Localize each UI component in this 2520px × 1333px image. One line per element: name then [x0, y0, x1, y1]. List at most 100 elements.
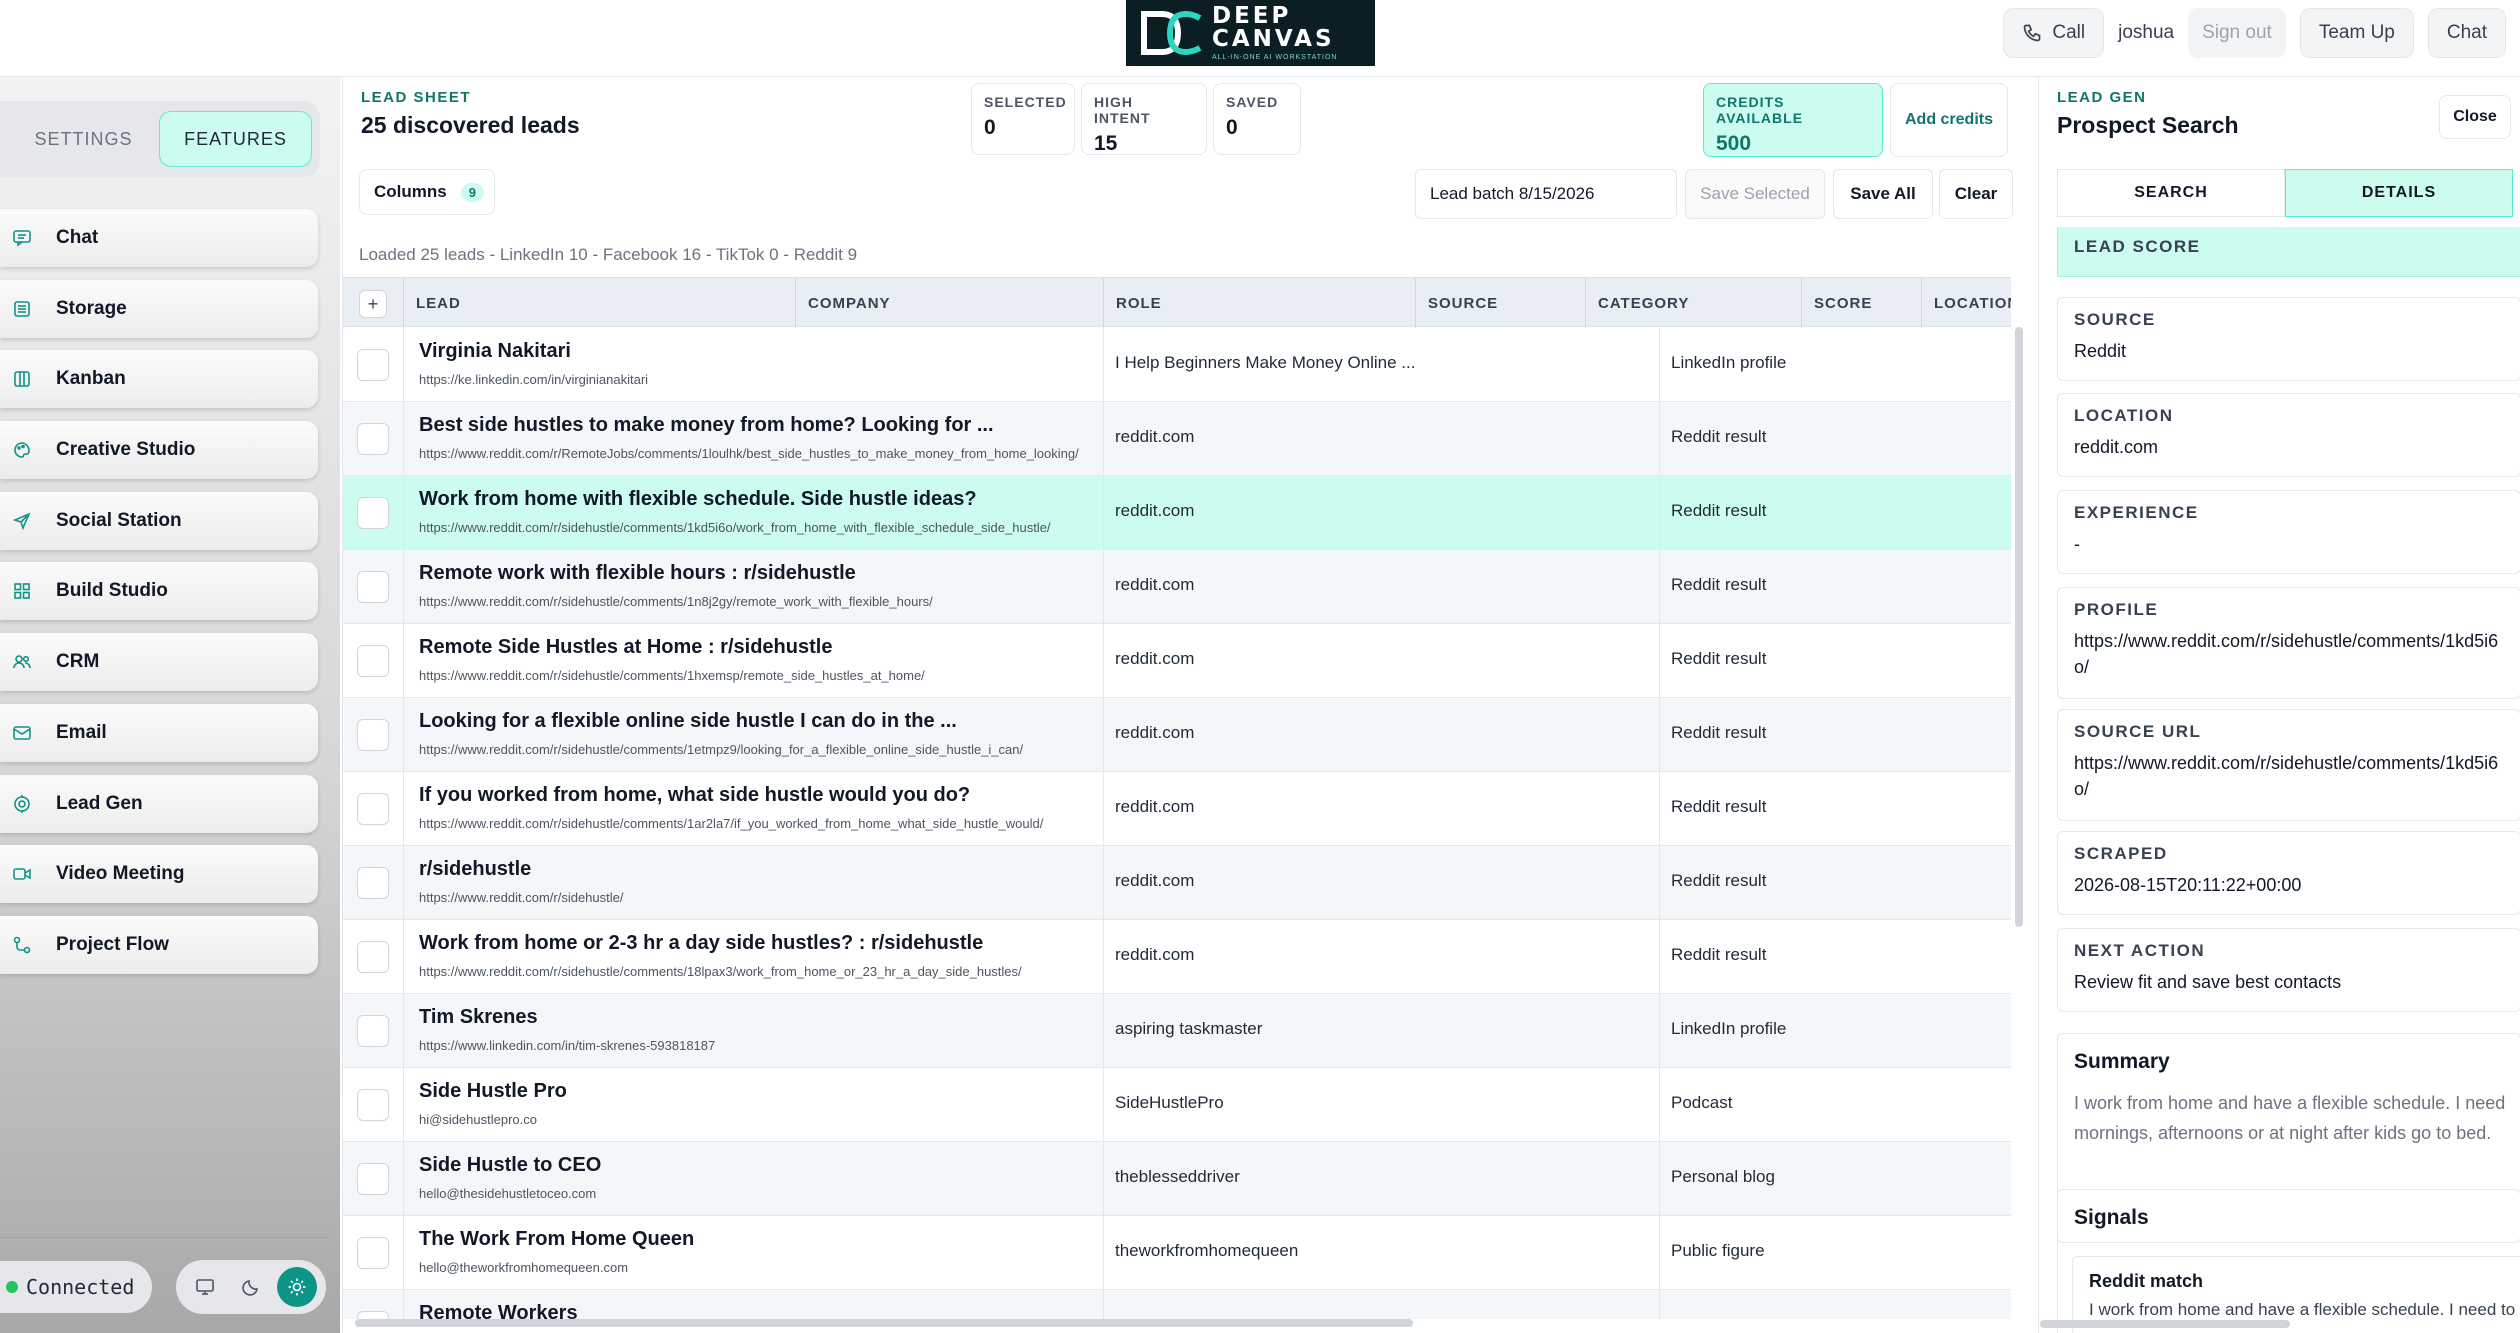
send-icon — [12, 512, 31, 530]
table-row[interactable]: The Work From Home Queen hello@theworkfro… — [343, 1216, 2011, 1290]
sidebar-item-lead-gen[interactable]: Lead Gen — [0, 774, 318, 833]
lead-url[interactable]: https://www.reddit.com/r/sidehustle/comm… — [419, 816, 1043, 831]
lead-url[interactable]: https://www.reddit.com/r/RemoteJobs/comm… — [419, 446, 1079, 461]
chat-button[interactable]: Chat — [2427, 8, 2506, 58]
column-header-company[interactable]: COMPANY — [795, 278, 1103, 328]
sidebar-item-creative-studio[interactable]: Creative Studio — [0, 421, 318, 480]
table-row[interactable]: Remote work with flexible hours : r/side… — [343, 550, 2011, 624]
row-checkbox[interactable] — [357, 1089, 389, 1121]
lead-name[interactable]: Remote work with flexible hours : r/side… — [419, 562, 856, 585]
column-header-source[interactable]: SOURCE — [1415, 278, 1585, 328]
lead-url[interactable]: hello@thesidehustletoceo.com — [419, 1186, 596, 1201]
sidebar-item-project-flow[interactable]: Project Flow — [0, 915, 318, 974]
lead-url[interactable]: https://www.reddit.com/r/sidehustle/comm… — [419, 520, 1051, 535]
close-button[interactable]: Close — [2439, 95, 2511, 139]
row-checkbox[interactable] — [357, 571, 389, 603]
lead-name[interactable]: Side Hustle to CEO — [419, 1154, 601, 1177]
column-header-score[interactable]: SCORE — [1801, 278, 1921, 328]
lead-name[interactable]: Work from home or 2-3 hr a day side hust… — [419, 932, 983, 955]
add-credits-button[interactable]: Add credits — [1890, 83, 2008, 157]
sidebar-item-crm[interactable]: CRM — [0, 633, 318, 692]
table-row[interactable]: Side Hustle to CEO hello@thesidehustletoc… — [343, 1142, 2011, 1216]
sidebar-item-chat[interactable]: Chat — [0, 209, 318, 267]
row-checkbox[interactable] — [357, 349, 389, 381]
lead-name[interactable]: Virginia Nakitari — [419, 340, 571, 363]
batch-name-input[interactable]: Lead batch 8/15/2026 — [1415, 169, 1677, 219]
clear-button[interactable]: Clear — [1939, 169, 2013, 219]
lead-url[interactable]: https://www.linkedin.com/in/tim-skrenes-… — [419, 1038, 715, 1053]
system-mode-button[interactable] — [185, 1267, 225, 1307]
add-column-button[interactable]: + — [359, 290, 387, 318]
lead-url[interactable]: https://ke.linkedin.com/in/virginianakit… — [419, 372, 648, 387]
horizontal-scrollbar[interactable] — [355, 1319, 1413, 1327]
lead-name[interactable]: Side Hustle Pro — [419, 1080, 567, 1103]
dark-mode-button[interactable] — [231, 1267, 271, 1307]
lead-name[interactable]: The Work From Home Queen — [419, 1228, 694, 1251]
sidebar-item-kanban[interactable]: Kanban — [0, 350, 318, 409]
table-row[interactable]: Looking for a flexible online side hustl… — [343, 698, 2011, 772]
call-button[interactable]: Call — [2003, 8, 2105, 58]
lead-url[interactable]: https://www.reddit.com/r/sidehustle/comm… — [419, 668, 925, 683]
row-checkbox[interactable] — [357, 497, 389, 529]
row-checkbox[interactable] — [357, 1237, 389, 1269]
row-checkbox[interactable] — [357, 423, 389, 455]
sidebar-item-social-station[interactable]: Social Station — [0, 491, 318, 550]
row-checkbox[interactable] — [357, 645, 389, 677]
lead-name[interactable]: Best side hustles to make money from hom… — [419, 414, 994, 437]
sidebar-item-email[interactable]: Email — [0, 703, 318, 762]
row-checkbox[interactable] — [357, 867, 389, 899]
tab-features[interactable]: FEATURES — [159, 111, 312, 167]
save-all-button[interactable]: Save All — [1833, 169, 1933, 219]
tab-details[interactable]: DETAILS — [2285, 169, 2513, 217]
column-header-location[interactable]: LOCATION — [1921, 278, 2011, 328]
sidebar-item-video-meeting[interactable]: Video Meeting — [0, 845, 318, 904]
lead-url[interactable]: https://www.reddit.com/r/sidehustle/ — [419, 890, 623, 905]
row-checkbox[interactable] — [357, 941, 389, 973]
column-header-category[interactable]: CATEGORY — [1585, 278, 1801, 328]
column-header-role[interactable]: ROLE — [1103, 278, 1415, 328]
vertical-scrollbar[interactable] — [2015, 327, 2023, 927]
table-row[interactable]: Remote Workers — [343, 1290, 2011, 1319]
column-divider — [403, 476, 404, 550]
lead-url[interactable]: hi@sidehustlepro.co — [419, 1112, 537, 1127]
lead-url[interactable]: hello@theworkfromhomequeen.com — [419, 1260, 628, 1275]
tab-settings[interactable]: SETTINGS — [8, 111, 159, 167]
table-row[interactable]: Tim Skrenes https://www.linkedin.com/in/t… — [343, 994, 2011, 1068]
table-row[interactable]: r/sidehustle https://www.reddit.com/r/sid… — [343, 846, 2011, 920]
panel-scrollbar[interactable] — [2040, 1320, 2290, 1328]
save-selected-button[interactable]: Save Selected — [1685, 169, 1825, 219]
table-row[interactable]: If you worked from home, what side hustl… — [343, 772, 2011, 846]
table-row[interactable]: Best side hustles to make money from hom… — [343, 402, 2011, 476]
sign-out-button[interactable]: Sign out — [2188, 8, 2286, 58]
lead-name[interactable]: Remote Side Hustles at Home : r/sidehust… — [419, 636, 832, 659]
lead-url[interactable]: https://www.reddit.com/r/sidehustle/comm… — [419, 964, 1022, 979]
moon-icon — [242, 1280, 258, 1296]
row-checkbox[interactable] — [357, 793, 389, 825]
lead-name[interactable]: Work from home with flexible schedule. S… — [419, 488, 977, 511]
lead-name[interactable]: Tim Skrenes — [419, 1006, 538, 1029]
lead-name[interactable]: Remote Workers — [419, 1302, 578, 1319]
tab-search[interactable]: SEARCH — [2057, 169, 2285, 217]
column-header-lead[interactable]: LEAD — [403, 278, 803, 328]
row-checkbox[interactable] — [357, 1015, 389, 1047]
lead-url[interactable]: https://www.reddit.com/r/sidehustle/comm… — [419, 594, 933, 609]
lead-name[interactable]: r/sidehustle — [419, 858, 531, 881]
columns-button[interactable]: Columns 9 — [359, 169, 495, 215]
table-row[interactable]: Work from home or 2-3 hr a day side hust… — [343, 920, 2011, 994]
lead-name[interactable]: Looking for a flexible online side hustl… — [419, 710, 957, 733]
row-checkbox[interactable] — [357, 1163, 389, 1195]
table-row[interactable]: Virginia Nakitari https://ke.linkedin.com… — [343, 328, 2011, 402]
team-up-button[interactable]: Team Up — [2299, 8, 2414, 58]
table-row[interactable]: Side Hustle Pro hi@sidehustlepro.co SideHu… — [343, 1068, 2011, 1142]
row-checkbox[interactable] — [357, 719, 389, 751]
lead-name[interactable]: If you worked from home, what side hustl… — [419, 784, 970, 807]
table-row[interactable]: Remote Side Hustles at Home : r/sidehust… — [343, 624, 2011, 698]
light-mode-button[interactable] — [277, 1267, 317, 1307]
sidebar-item-storage[interactable]: Storage — [0, 279, 318, 338]
lead-url[interactable]: https://www.reddit.com/r/sidehustle/comm… — [419, 742, 1023, 757]
deep-canvas-logo[interactable]: DEEP CANVAS ALL-IN-ONE AI WORKSTATION — [1126, 0, 1375, 66]
table-row[interactable]: Work from home with flexible schedule. S… — [343, 476, 2011, 550]
sidebar-item-build-studio[interactable]: Build Studio — [0, 562, 318, 621]
row-checkbox[interactable] — [357, 1311, 389, 1319]
stat-label: HIGH INTENT — [1094, 94, 1151, 126]
